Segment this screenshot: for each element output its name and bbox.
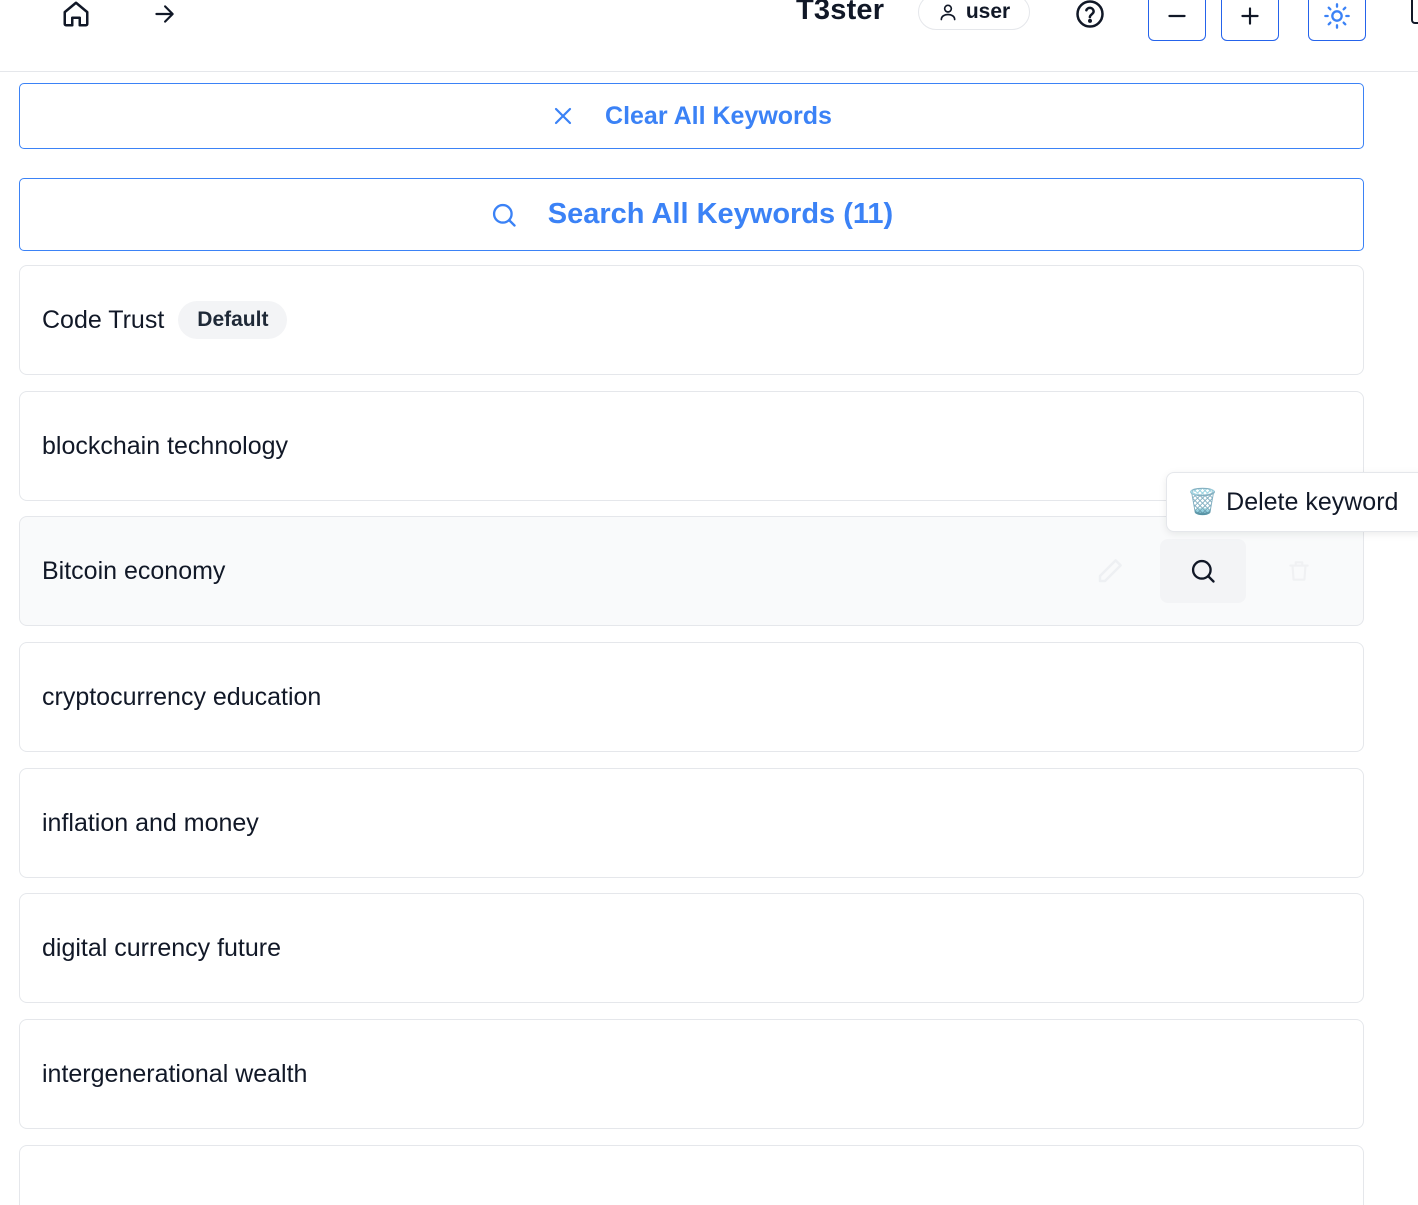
user-label: user (965, 0, 1011, 23)
search-all-keywords-button[interactable]: Search All Keywords (11) (19, 178, 1364, 251)
delete-keyword-button[interactable] (1256, 539, 1342, 603)
keyword-card[interactable] (19, 1145, 1364, 1205)
app-title: T3ster (796, 0, 885, 26)
help-circle-icon (1076, 0, 1104, 28)
keyword-label: Bitcoin economy (42, 556, 226, 585)
plus-icon (1241, 6, 1259, 25)
zoom-out-button[interactable] (1148, 0, 1206, 41)
default-badge: Default (178, 301, 288, 339)
keyword-card-hovered[interactable]: Bitcoin economy (19, 516, 1364, 626)
keyword-card[interactable]: blockchain technology (19, 391, 1364, 501)
arrow-right-icon (155, 5, 174, 23)
tooltip-text: Delete keyword (1226, 487, 1399, 516)
clear-all-keywords-button[interactable]: Clear All Keywords (19, 83, 1364, 149)
clear-all-label: Clear All Keywords (605, 101, 832, 130)
help-button[interactable] (1072, 0, 1108, 32)
minus-icon (1168, 14, 1186, 17)
delete-keyword-tooltip: 🗑️ Delete keyword (1166, 472, 1418, 532)
user-icon (940, 4, 956, 21)
forward-button[interactable] (146, 0, 182, 32)
edit-keyword-button[interactable] (1067, 539, 1153, 603)
keyword-label: digital currency future (42, 933, 282, 962)
zoom-in-button[interactable] (1221, 0, 1279, 41)
theme-toggle-button[interactable] (1308, 0, 1366, 41)
top-bar: T3ster user (0, 0, 1418, 72)
keyword-label: intergenerational wealth (42, 1059, 308, 1088)
keyword-card[interactable]: Code Trust Default (19, 265, 1364, 375)
keyword-card[interactable]: inflation and money (19, 768, 1364, 878)
home-button[interactable] (58, 0, 94, 32)
keyword-label: blockchain technology (42, 431, 288, 460)
trash-icon (1289, 561, 1309, 581)
keyword-label: inflation and money (42, 808, 259, 837)
search-keyword-button[interactable] (1160, 539, 1246, 603)
sun-icon (1324, 2, 1350, 29)
pencil-icon (1098, 559, 1122, 583)
search-icon (492, 203, 516, 227)
user-menu-button[interactable]: user (918, 0, 1030, 30)
search-icon (1191, 559, 1215, 583)
close-icon (554, 107, 572, 125)
keyword-card[interactable]: intergenerational wealth (19, 1019, 1364, 1129)
home-icon (63, 1, 89, 27)
keyword-label: cryptocurrency education (42, 682, 322, 711)
search-all-label: Search All Keywords (11) (547, 198, 894, 230)
keyword-card[interactable]: cryptocurrency education (19, 642, 1364, 752)
keyword-card[interactable]: digital currency future (19, 893, 1364, 1003)
panel-toggle-button[interactable] (1411, 0, 1418, 24)
keyword-label: Code Trust (42, 305, 165, 334)
wastebasket-emoji-icon: 🗑️ (1187, 487, 1219, 516)
